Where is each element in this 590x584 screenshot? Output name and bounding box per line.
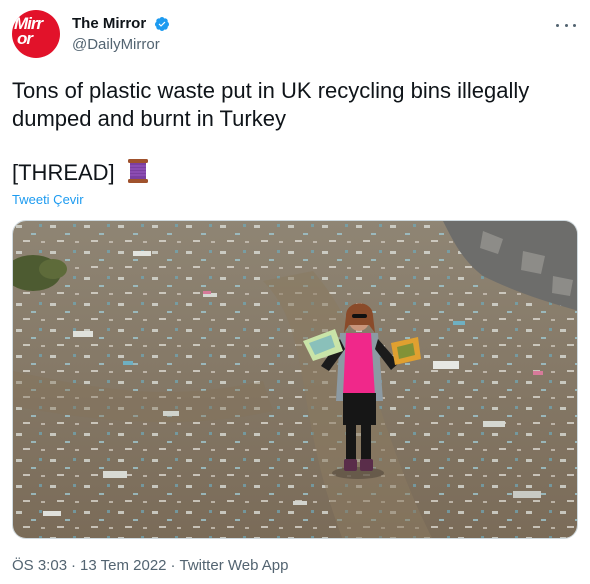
tweet-time[interactable]: ÖS 3:03 — [12, 557, 67, 574]
verified-badge-icon — [154, 17, 169, 31]
logo-line-2: or — [17, 29, 33, 48]
tweet-meta: ÖS 3:03 · 13 Tem 2022 · Twitter Web App — [12, 556, 288, 576]
thread-line: [THREAD] — [12, 158, 149, 187]
translate-tweet-link[interactable]: Tweeti Çevir — [12, 192, 84, 207]
author-info: The Mirror @DailyMirror — [72, 14, 170, 55]
thread-spool-icon — [127, 159, 148, 183]
tweet-source[interactable]: Twitter Web App — [180, 557, 289, 574]
avatar[interactable]: Mirr or — [12, 10, 60, 58]
tweet-card: Mirr or The Mirror @DailyMirror Tons of … — [0, 0, 590, 584]
more-options-icon[interactable] — [556, 16, 576, 34]
user-handle[interactable]: @DailyMirror — [72, 35, 170, 55]
landfill-photo — [13, 221, 577, 538]
display-name[interactable]: The Mirror — [72, 14, 146, 34]
mirror-logo: Mirr or — [14, 15, 58, 48]
meta-separator: · — [71, 557, 77, 574]
thread-label: [THREAD] — [12, 160, 115, 185]
tweet-date[interactable]: 13 Tem 2022 — [80, 557, 166, 574]
meta-separator: · — [170, 557, 176, 574]
tweet-photo[interactable] — [12, 220, 578, 539]
tweet-text: Tons of plastic waste put in UK recyclin… — [12, 78, 530, 131]
